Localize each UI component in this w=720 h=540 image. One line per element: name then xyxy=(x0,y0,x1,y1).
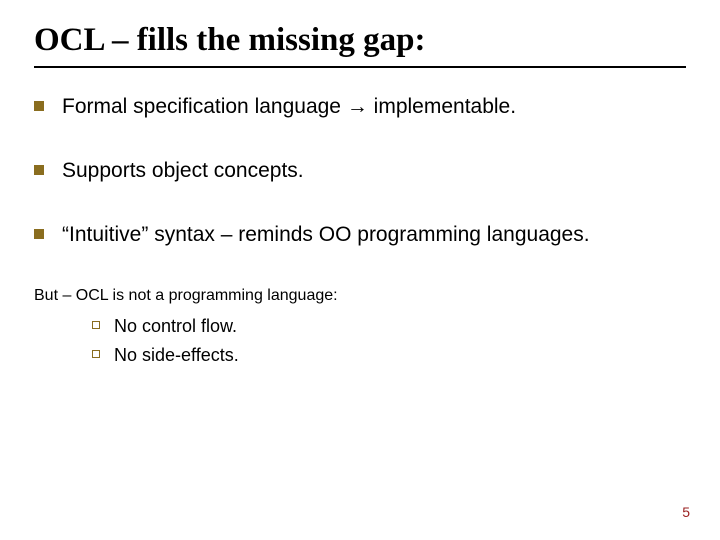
square-bullet-icon xyxy=(34,101,44,111)
slide-title: OCL – fills the missing gap: xyxy=(34,22,686,60)
list-item: Supports object concepts. xyxy=(34,158,686,184)
list-item: No control flow. xyxy=(92,315,686,338)
list-item: “Intuitive” syntax – reminds OO programm… xyxy=(34,222,686,248)
hollow-square-bullet-icon xyxy=(92,321,100,329)
list-item: No side-effects. xyxy=(92,344,686,367)
square-bullet-icon xyxy=(34,229,44,239)
bullet-text: But – OCL is not a programming language: xyxy=(34,287,338,305)
bullet-list: Formal specification language → implemen… xyxy=(34,94,686,368)
bullet-text: Supports object concepts. xyxy=(62,158,304,184)
bullet-text: “Intuitive” syntax – reminds OO programm… xyxy=(62,222,590,248)
slide: OCL – fills the missing gap: Formal spec… xyxy=(0,0,720,540)
sub-bullet-list: No control flow. No side-effects. xyxy=(92,315,686,368)
page-number: 5 xyxy=(682,504,690,520)
list-item: But – OCL is not a programming language:… xyxy=(34,287,686,368)
bullet-text: Formal specification language → implemen… xyxy=(62,94,516,120)
square-bullet-icon xyxy=(34,165,44,175)
list-item: Formal specification language → implemen… xyxy=(34,94,686,120)
hollow-square-bullet-icon xyxy=(92,350,100,358)
sub-bullet-text: No control flow. xyxy=(114,315,237,338)
title-underline xyxy=(34,66,686,68)
sub-bullet-text: No side-effects. xyxy=(114,344,239,367)
